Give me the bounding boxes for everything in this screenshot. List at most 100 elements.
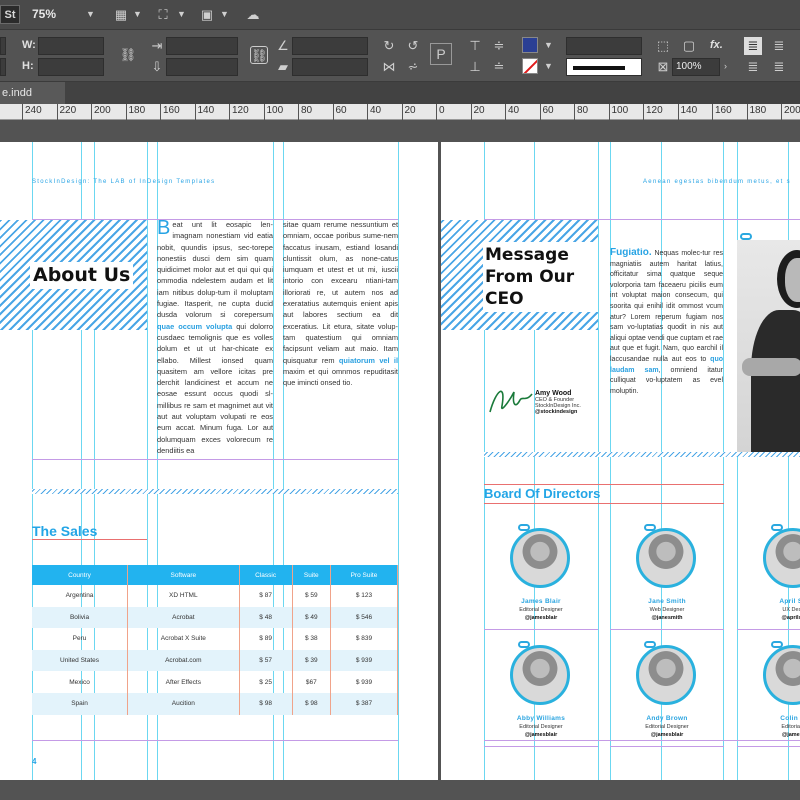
stock-app-icon[interactable]: St — [0, 5, 20, 24]
ruler-tick: 40 — [367, 104, 381, 120]
stroke-type-select[interactable] — [566, 58, 642, 76]
stroke-weight-field[interactable] — [566, 37, 642, 55]
height-field[interactable] — [38, 58, 104, 76]
director-role: Editorial Designer — [519, 607, 563, 613]
column-link-1[interactable]: quae occum volupta — [157, 322, 232, 331]
director-card: Andy Brown Editorial Designer @jamesblai… — [610, 635, 724, 747]
view-options-icon[interactable]: ▦ — [112, 6, 130, 24]
link-icon — [740, 233, 752, 240]
about-column-2: sitae quam rerume nessuntium et omniam, … — [283, 220, 398, 388]
screen-mode-dropdown-icon[interactable]: ▼ — [177, 9, 186, 19]
shear-field[interactable] — [292, 58, 368, 76]
constrain-proportions-icon[interactable]: ⛓ — [119, 46, 137, 64]
publish-online-icon[interactable]: ☁ — [244, 6, 262, 24]
director-name: Andy Brown — [646, 715, 688, 722]
width-field[interactable] — [38, 37, 104, 55]
director-avatar — [510, 528, 570, 588]
view-options-dropdown-icon[interactable]: ▼ — [133, 9, 142, 19]
opacity-field[interactable]: 100% — [672, 58, 720, 76]
screen-mode-icon[interactable]: ⛶ — [154, 6, 172, 24]
ceo-photo — [737, 240, 800, 453]
ruler-tick: 220 — [56, 104, 76, 120]
align-right-text-icon[interactable]: ≣ — [744, 58, 762, 76]
scale-y-icon: ⇩ — [151, 59, 163, 74]
x-field-edge[interactable] — [0, 37, 6, 55]
table-cell: $ 48 — [239, 606, 293, 629]
justify-text-icon[interactable]: ≣ — [770, 58, 788, 76]
ruler-tick: 0 — [436, 104, 445, 120]
table-header-cell: Classic — [239, 565, 293, 585]
align-center-text-icon[interactable]: ≣ — [770, 37, 788, 55]
ruler-tick: 40 — [505, 104, 519, 120]
drop-shadow-icon[interactable]: ▢ — [680, 37, 698, 55]
director-role: Web Designer — [649, 607, 685, 613]
align-center-v-icon[interactable]: ≑ — [490, 37, 508, 55]
ceo-message: Fugiatio. Nequas molec-tur res magniatii… — [610, 248, 723, 395]
table-cell: $ 59 — [292, 585, 331, 607]
ruler-tick: 180 — [125, 104, 145, 120]
width-label: W: — [22, 39, 36, 51]
table-cell: $ 123 — [330, 585, 399, 607]
margin-guide — [32, 740, 398, 741]
rotation-field[interactable] — [292, 37, 368, 55]
ruler-tick: 80 — [574, 104, 588, 120]
ruler-tick: 100 — [263, 104, 283, 120]
table-row: Spain Aucition $ 98 $ 98 $ 387 — [32, 692, 399, 715]
drop-cap: B — [157, 219, 171, 239]
table-cell: $ 546 — [330, 606, 399, 629]
reference-point-icon[interactable]: P — [430, 43, 452, 65]
arrange-dropdown-icon[interactable]: ▼ — [220, 9, 229, 19]
frame-fitting-icon[interactable]: ⬚ — [654, 37, 672, 55]
effects-icon[interactable]: fx. — [710, 39, 723, 51]
align-left-text-icon[interactable]: ≣ — [744, 37, 762, 55]
table-row: Mexico After Effects $ 25 $67 $ 939 — [32, 671, 399, 693]
fill-swatch[interactable] — [522, 37, 538, 53]
director-name: April Sm — [779, 598, 800, 605]
table-cell: Mexico — [32, 671, 129, 693]
director-handle: @jamesb — [781, 732, 800, 738]
document-tab[interactable]: e.indd — [0, 82, 65, 104]
rotate-cw-icon[interactable]: ↻ — [380, 37, 398, 55]
ceo-signature — [489, 390, 533, 413]
distribute-icon[interactable]: ≐ — [490, 58, 508, 76]
director-avatar — [510, 645, 570, 705]
ceo-handle: @stockindesign — [535, 409, 578, 415]
board-title: Board Of Directors — [484, 484, 724, 504]
director-handle: @jamesblair — [524, 615, 558, 621]
table-row: Argentina XD HTML $ 87 $ 59 $ 123 — [32, 585, 399, 607]
scale-y-field[interactable] — [166, 58, 238, 76]
opacity-icon: ⊠ — [657, 59, 669, 74]
fill-dropdown-icon[interactable]: ▼ — [544, 40, 553, 50]
y-field-edge[interactable] — [0, 58, 6, 76]
scale-x-field[interactable] — [166, 37, 238, 55]
zoom-dropdown-icon[interactable]: ▼ — [86, 9, 95, 19]
ruler-tick: 100 — [608, 104, 628, 120]
director-role: Editorial Designer — [519, 724, 563, 730]
ruler-tick: 120 — [643, 104, 663, 120]
table-cell: $ 839 — [330, 628, 399, 650]
director-name: Abby Williams — [516, 715, 566, 722]
director-avatar — [636, 645, 696, 705]
ruler-tick: 120 — [229, 104, 249, 120]
ruler-tick: 240 — [22, 104, 42, 120]
column-link-2[interactable]: quiatorum vel il — [339, 356, 398, 365]
director-name: James Blair — [521, 598, 561, 605]
director-name: Jane Smith — [648, 598, 686, 605]
align-top-icon[interactable]: ⊤ — [466, 37, 484, 55]
table-row: Bolivia Acrobat $ 48 $ 49 $ 546 — [32, 606, 399, 629]
table-cell: $ 939 — [330, 671, 399, 693]
constrain-scale-icon[interactable]: ⛓ — [250, 46, 268, 64]
column-guide — [398, 142, 399, 780]
director-avatar — [636, 528, 696, 588]
opacity-dropdown-icon[interactable]: › — [724, 61, 727, 71]
align-bottom-icon[interactable]: ⊥ — [466, 58, 484, 76]
stroke-swatch[interactable] — [522, 58, 538, 74]
flip-horizontal-icon[interactable]: ⋈ — [380, 58, 398, 76]
director-handle: @janesmith — [651, 615, 683, 621]
zoom-level[interactable]: 75% — [32, 7, 56, 21]
arrange-documents-icon[interactable]: ▣ — [198, 6, 216, 24]
flip-vertical-icon[interactable]: ⩫ — [404, 58, 422, 76]
table-body: Argentina XD HTML $ 87 $ 59 $ 123 Bolivia Acro… — [32, 585, 399, 715]
rotate-ccw-icon[interactable]: ↺ — [404, 37, 422, 55]
stroke-dropdown-icon[interactable]: ▼ — [544, 61, 553, 71]
